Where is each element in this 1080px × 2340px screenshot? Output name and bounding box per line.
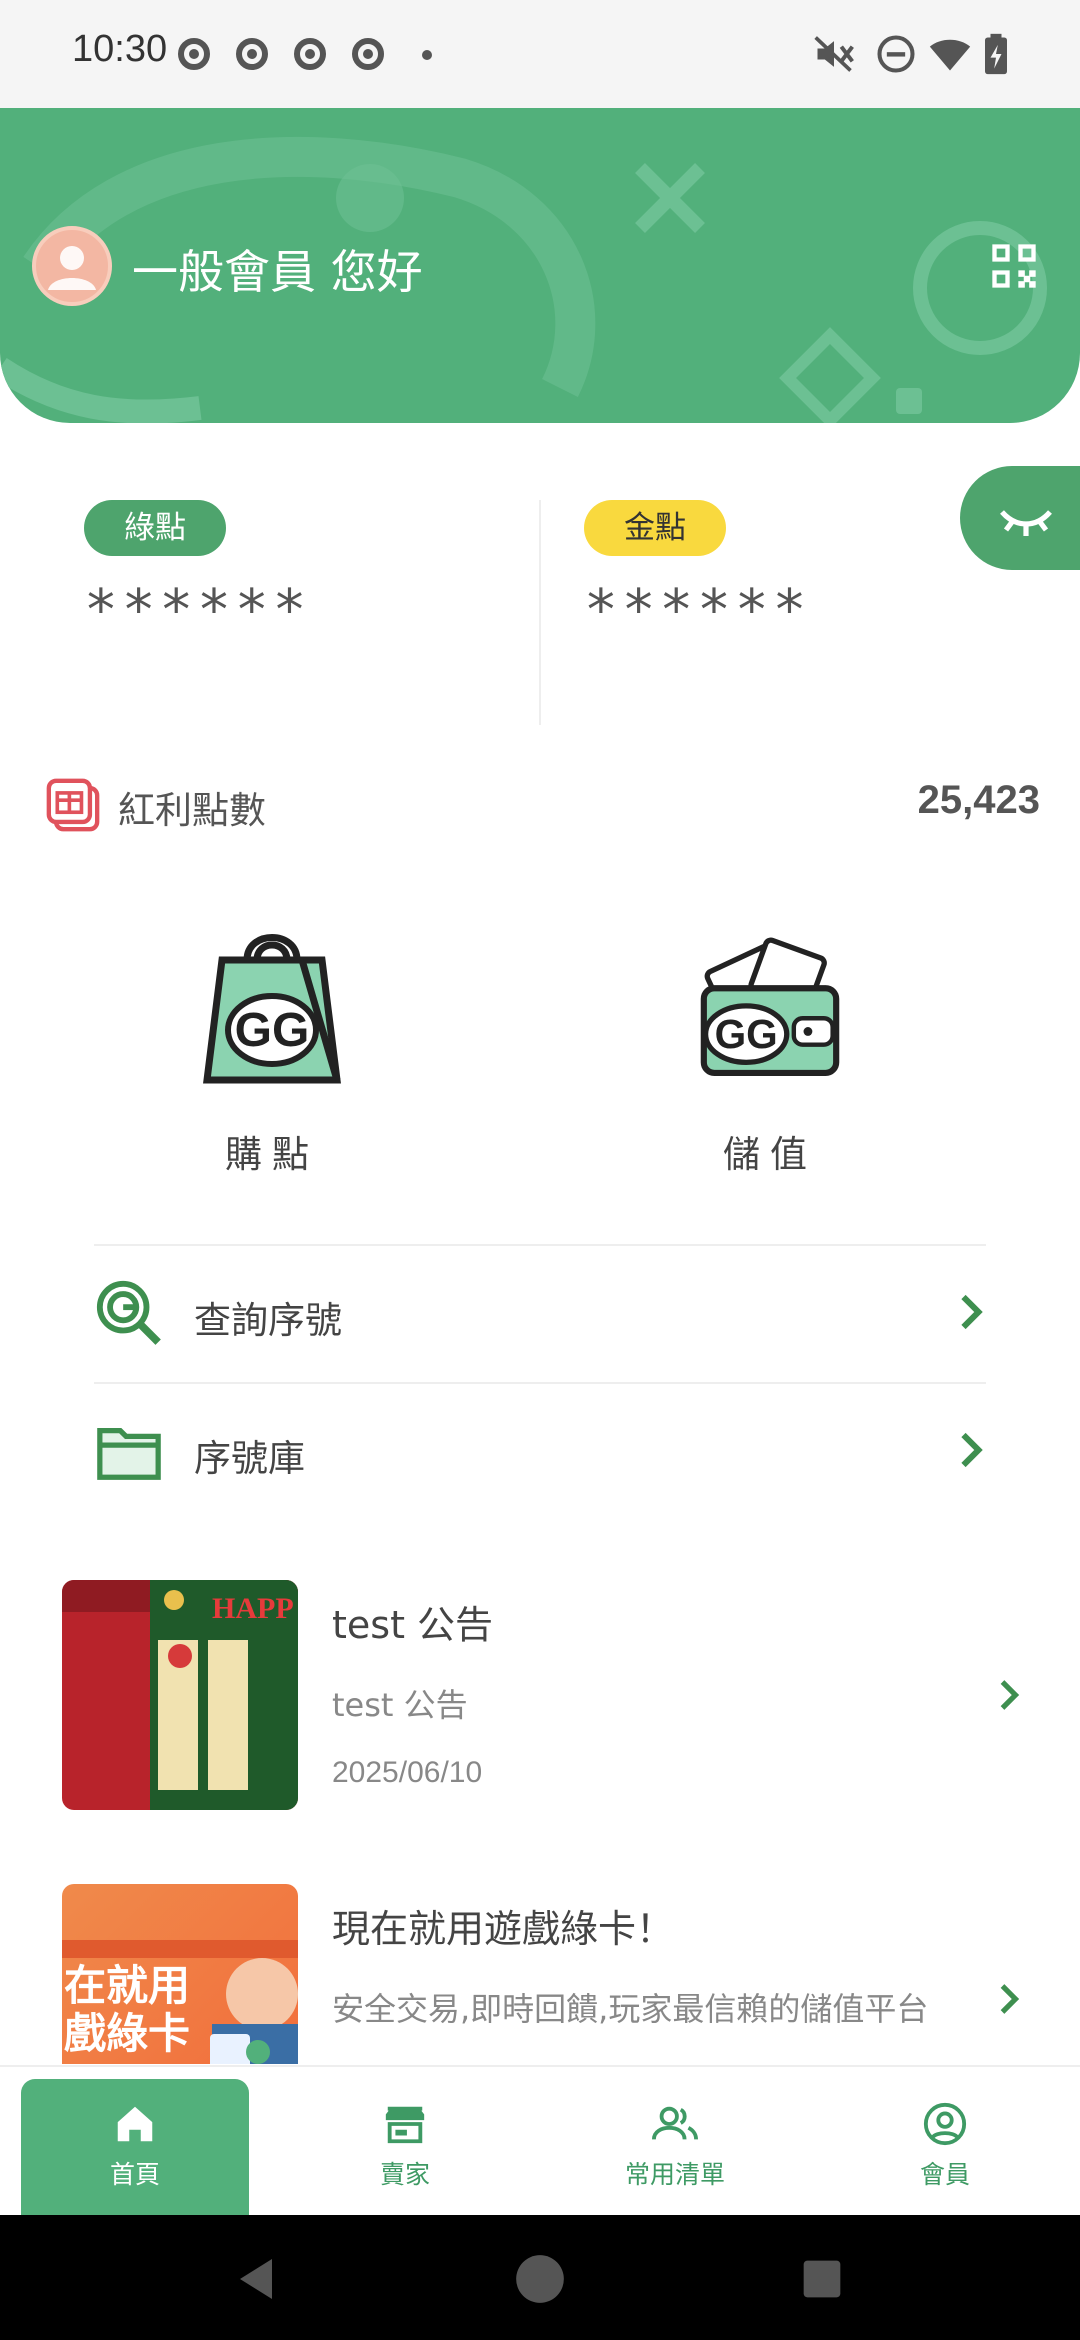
- gold-points-value: ******: [584, 578, 811, 643]
- nav-favorites[interactable]: 常用清單: [561, 2079, 789, 2217]
- nav-member-label: 會員: [919, 2160, 970, 2189]
- chrome-icon: [294, 38, 326, 70]
- news-item[interactable]: HAPP test 公告 test 公告 2025/06/10: [62, 1580, 1022, 1810]
- query-serial-label: 查詢序號: [194, 1299, 342, 1342]
- bonus-value: 25,423: [917, 778, 1040, 822]
- people-icon: [652, 2106, 698, 2140]
- avatar[interactable]: [32, 226, 112, 306]
- store-icon: [385, 2106, 425, 2144]
- chrome-icon: [352, 38, 384, 70]
- chevron-right-icon: [961, 1432, 983, 1468]
- status-time: 10:30: [72, 28, 168, 70]
- battery-icon: [985, 33, 1007, 75]
- bonus-points-row[interactable]: 紅利點數 25,423: [44, 774, 1040, 834]
- dnd-icon: [877, 35, 915, 73]
- bottom-navigation: 首頁 賣家 常用清單 會員: [0, 2065, 1080, 2217]
- buy-points-button[interactable]: GG 購點: [162, 920, 382, 1178]
- points-summary: 綠點 ****** 金點 ******: [0, 500, 1080, 725]
- gold-points: 金點 ******: [584, 500, 810, 643]
- search-serial-icon: [96, 1280, 161, 1345]
- folder-icon: [97, 1427, 161, 1480]
- svg-text:GG: GG: [235, 1004, 310, 1057]
- header-banner: 一般會員 您好: [0, 108, 1080, 423]
- serial-library-row[interactable]: 序號庫: [94, 1382, 986, 1520]
- serial-library-label: 序號庫: [194, 1437, 305, 1480]
- news-item[interactable]: 在就用 戲綠卡 現在就用遊戲綠卡！ 安全交易,即時回饋,玩家最信賴的儲值平台: [62, 1884, 1022, 2064]
- nav-seller-label: 賣家: [379, 2160, 430, 2189]
- bonus-gift-icon: [46, 778, 100, 832]
- bonus-label: 紅利點數: [118, 789, 266, 832]
- account-icon: [923, 2102, 967, 2146]
- top-up-label: 儲值: [723, 1133, 817, 1176]
- news-thumbnail: HAPP: [62, 1580, 298, 1810]
- chevron-right-icon: [1000, 1984, 1020, 2014]
- wifi-icon: [929, 39, 971, 71]
- home-button-icon[interactable]: [514, 2253, 566, 2305]
- news-subtitle: 安全交易,即時回饋,玩家最信賴的儲值平台: [332, 1990, 929, 2028]
- divider: [539, 500, 541, 725]
- status-bar: 10:30: [0, 0, 1080, 108]
- chrome-icon: [236, 38, 268, 70]
- back-icon[interactable]: [232, 2255, 280, 2303]
- svg-text:GG: GG: [715, 1011, 778, 1057]
- news-thumb-text: HAPP: [212, 1592, 294, 1625]
- user-avatar-icon: [48, 246, 96, 290]
- nav-home-label: 首頁: [109, 2160, 160, 2189]
- chrome-icon: [178, 38, 210, 70]
- greeting-text: 一般會員 您好: [132, 245, 423, 299]
- buy-points-label: 購點: [225, 1133, 319, 1176]
- news-title: 現在就用遊戲綠卡！: [332, 1907, 675, 1951]
- news-thumbnail: 在就用 戲綠卡: [62, 1884, 298, 2064]
- home-icon: [117, 2106, 153, 2142]
- news-subtitle: test 公告: [332, 1686, 468, 1724]
- nav-member[interactable]: 會員: [831, 2079, 1059, 2217]
- query-serial-row[interactable]: 查詢序號: [94, 1244, 986, 1382]
- system-navigation-bar: [0, 2215, 1080, 2340]
- nav-seller[interactable]: 賣家: [291, 2079, 519, 2217]
- nav-home[interactable]: 首頁: [21, 2079, 249, 2217]
- green-points-label: 綠點: [84, 500, 226, 556]
- qr-code-icon[interactable]: [988, 240, 1040, 292]
- green-points: 綠點 ******: [84, 500, 310, 643]
- chevron-right-icon: [1000, 1680, 1020, 1710]
- news-date: 2025/06/10: [332, 1756, 483, 1789]
- shopping-bag-icon: GG: [203, 934, 341, 1084]
- nav-favorites-label: 常用清單: [624, 2160, 725, 2189]
- chevron-right-icon: [961, 1294, 983, 1330]
- more-notifications-icon: [422, 50, 432, 60]
- wallet-icon: GG: [700, 937, 840, 1077]
- green-points-value: ******: [84, 578, 311, 643]
- mute-icon: [814, 36, 854, 72]
- recents-icon[interactable]: [800, 2257, 844, 2301]
- gold-points-label: 金點: [584, 500, 726, 556]
- top-up-button[interactable]: GG 儲值: [660, 920, 880, 1178]
- news-thumb-text: 在就用 戲綠卡: [64, 1961, 191, 2058]
- news-title: test 公告: [332, 1603, 494, 1647]
